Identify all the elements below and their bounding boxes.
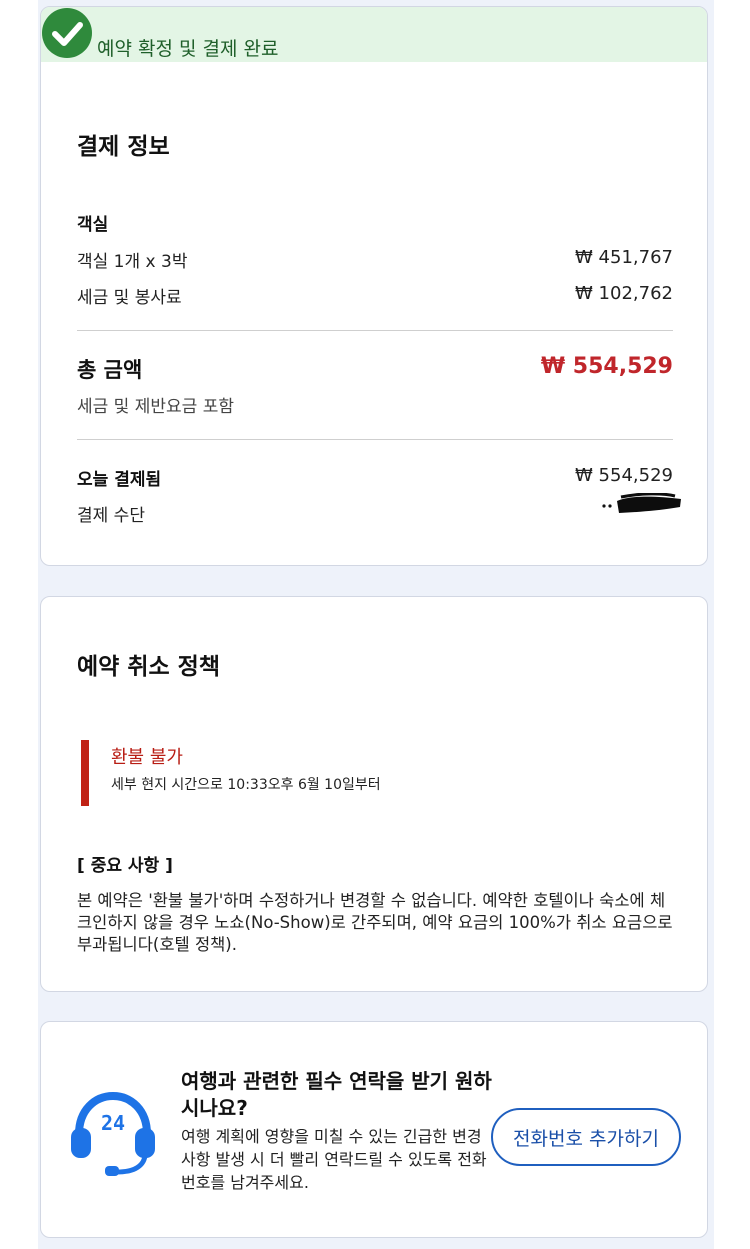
contact-card: 24 여행과 관련한 필수 연락을 받기 원하시나요? 여행 계획에 영향을 미… (40, 1021, 708, 1238)
tax-amount: ₩ 102,762 (575, 283, 673, 304)
divider (77, 330, 673, 331)
cancellation-policy-card: 예약 취소 정책 환불 불가 세부 현지 시간으로 10:33오후 6월 10일… (40, 596, 708, 992)
refund-title: 환불 불가 (111, 747, 183, 768)
paid-today-label: 오늘 결제됨 (77, 470, 162, 490)
contact-title: 여행과 관련한 필수 연락을 받기 원하시나요? (181, 1069, 492, 1120)
divider (77, 439, 673, 440)
notice-title: [ 중요 사항 ] (77, 856, 173, 876)
total-label: 총 금액 (77, 358, 143, 382)
payment-info-card: 예약 확정 및 결제 완료 결제 정보 객실 객실 1개 x 3박 ₩ 451,… (40, 6, 708, 566)
refund-subtitle: 세부 현지 시간으로 10:33오후 6월 10일부터 (111, 777, 381, 793)
headset-24-icon: 24 (71, 1091, 155, 1176)
payment-title: 결제 정보 (77, 134, 170, 160)
notice-body: 본 예약은 '환불 불가'하며 수정하거나 변경할 수 없습니다. 예약한 호텔… (77, 891, 673, 954)
cancellation-title: 예약 취소 정책 (77, 654, 220, 680)
paid-today-amount: ₩ 554,529 (575, 465, 673, 486)
confirmation-banner: 예약 확정 및 결제 완료 (41, 7, 707, 62)
redacted-payment-method (602, 493, 681, 513)
room-line-amount: ₩ 451,767 (575, 247, 673, 268)
room-heading: 객실 (77, 215, 109, 235)
svg-text:24: 24 (101, 1111, 125, 1135)
confirmation-text: 예약 확정 및 결제 완료 (97, 38, 279, 60)
total-amount: ₩ 554,529 (540, 354, 673, 379)
add-phone-number-button[interactable]: 전화번호 추가하기 (491, 1108, 681, 1166)
room-line-label: 객실 1개 x 3박 (77, 252, 188, 272)
check-circle-icon (42, 8, 92, 58)
refund-accent-bar (81, 740, 89, 806)
tax-label: 세금 및 봉사료 (77, 288, 182, 308)
total-note: 세금 및 제반요금 포함 (77, 397, 234, 417)
contact-body: 여행 계획에 영향을 미칠 수 있는 긴급한 변경 사항 발생 시 더 빨리 연… (181, 1127, 487, 1192)
payment-method-label: 결제 수단 (77, 506, 145, 526)
